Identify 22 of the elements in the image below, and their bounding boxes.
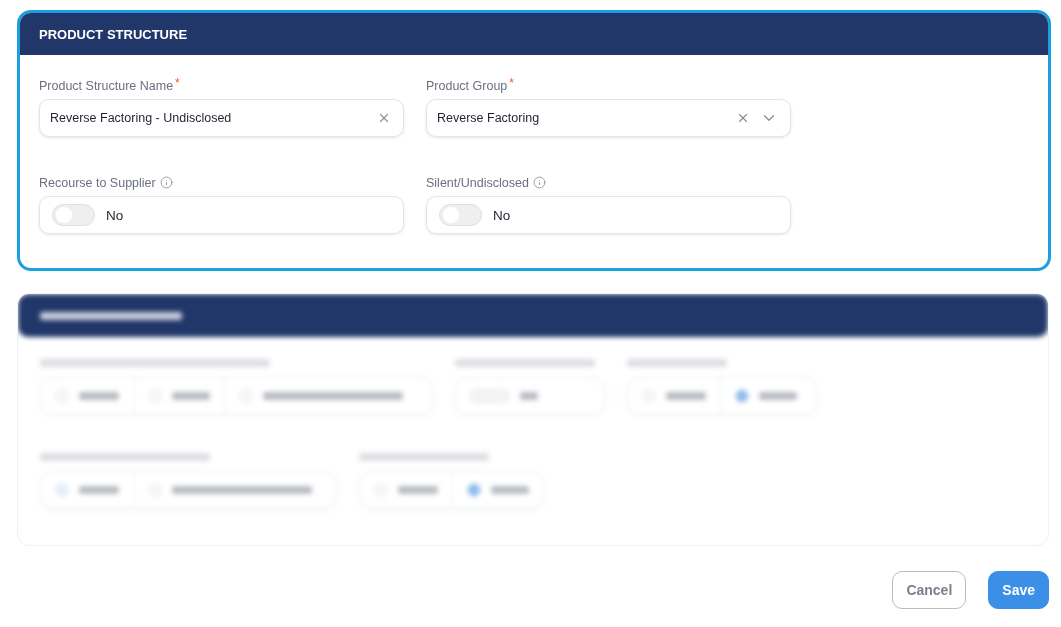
field-value: Reverse Factoring bbox=[437, 111, 541, 125]
input-field[interactable]: Reverse Factoring - Undisclosed bbox=[39, 99, 404, 137]
toggle-switch[interactable] bbox=[439, 204, 482, 226]
field-value: Reverse Factoring - Undisclosed bbox=[50, 111, 233, 125]
toggle-value: No bbox=[106, 207, 124, 223]
section-title: PRODUCT STRUCTURE bbox=[39, 26, 188, 42]
close-icon bbox=[736, 111, 750, 125]
toggle-value: No bbox=[493, 207, 511, 223]
select-field[interactable]: Reverse Factoring bbox=[426, 99, 791, 137]
field-label: Product Structure Name bbox=[39, 78, 174, 93]
field-label: Recourse to Supplier bbox=[39, 175, 156, 190]
info-icon[interactable] bbox=[159, 176, 173, 189]
field-label: Silent/Undisclosed bbox=[426, 175, 529, 190]
close-icon bbox=[377, 111, 391, 125]
field-label: Product Group bbox=[426, 78, 508, 93]
clear-button[interactable] bbox=[377, 111, 391, 125]
toggle-switch[interactable] bbox=[52, 204, 95, 226]
required-mark: * bbox=[175, 76, 180, 90]
clear-button[interactable] bbox=[736, 111, 750, 125]
required-mark: * bbox=[509, 76, 514, 90]
cancel-button[interactable]: Cancel bbox=[892, 571, 967, 609]
info-icon[interactable] bbox=[532, 176, 546, 189]
